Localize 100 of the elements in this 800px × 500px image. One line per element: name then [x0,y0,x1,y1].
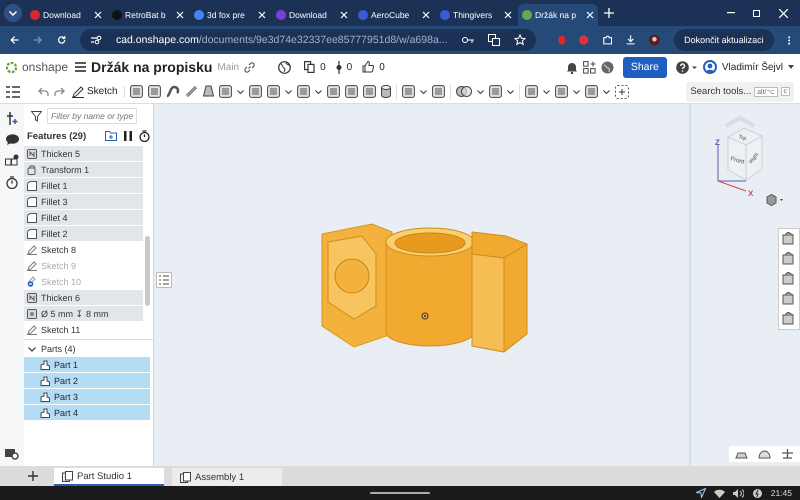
translate-icon[interactable] [488,34,500,46]
reload-icon[interactable] [56,34,66,46]
add-tab-icon[interactable] [28,471,38,481]
back-icon[interactable] [10,34,20,46]
close-icon[interactable] [504,11,512,19]
undo-icon[interactable] [38,87,49,96]
new-tab-icon[interactable] [604,8,614,18]
caret-icon[interactable] [476,90,484,94]
caret-icon[interactable] [420,90,427,94]
boolean-icon[interactable] [456,86,472,97]
extensions-icon[interactable] [602,34,612,46]
bell-icon[interactable] [566,60,578,74]
redo-icon[interactable] [54,87,65,96]
tool-icon[interactable] [488,85,502,98]
user-name[interactable]: Vladimír Šejvl [722,62,783,72]
tool-icon[interactable] [584,85,598,98]
parts-icon[interactable] [5,154,19,167]
browser-tab[interactable]: Thingivers [436,4,516,26]
close-icon[interactable] [422,11,430,19]
browser-tab[interactable]: 3d fox pre [190,4,270,26]
cone-icon[interactable] [202,85,214,98]
copy-icon[interactable] [304,61,316,73]
address-bar[interactable]: cad.onshape.com/documents/9e3d74e32337ee85777951d8/w/a698a... [80,29,536,51]
stopwatch-icon[interactable] [139,130,150,142]
key-icon[interactable] [462,36,474,44]
add-icon[interactable] [614,84,629,98]
thumbs-up-icon[interactable] [362,61,374,73]
globe-icon[interactable] [600,60,614,74]
view-tool-icon[interactable] [782,252,796,266]
filter-field[interactable]: Filter by name or type [47,108,137,124]
tool-icon[interactable] [554,85,568,98]
help-icon[interactable] [676,60,698,74]
globe-icon[interactable] [278,60,292,74]
tool-icon[interactable] [432,85,445,98]
view-tool-icon[interactable] [782,272,796,286]
tool-icon[interactable] [248,85,262,98]
apps-icon[interactable] [582,60,596,74]
browser-tab[interactable]: Držák na p [518,4,598,26]
tool-icon[interactable] [402,85,415,98]
feature-item[interactable]: Fillet 2 [24,226,143,241]
avatar-icon[interactable] [649,33,660,47]
mate-connector-icon[interactable] [6,112,18,125]
view-tool-icon[interactable] [782,312,796,326]
stopwatch-icon[interactable] [6,176,18,189]
feature-item[interactable]: Transform 1 [24,162,143,177]
caret-icon[interactable] [236,90,244,94]
tool-icon[interactable] [218,85,232,98]
update-button[interactable]: Dokončit aktualizaci [674,29,774,51]
tool-icon[interactable] [326,85,340,98]
filter-icon[interactable] [31,110,42,122]
tool-icon[interactable] [266,85,280,98]
close-icon[interactable] [176,11,184,19]
feature-item[interactable]: Fillet 3 [24,194,143,209]
view-icon[interactable] [5,448,19,460]
download-icon[interactable] [626,34,636,46]
list-toggle-icon[interactable] [156,272,172,288]
tool-icon[interactable] [344,85,358,98]
tool-icon[interactable] [362,85,376,98]
cylinder-icon[interactable] [380,85,391,98]
feature-item[interactable]: Thicken 6 [24,290,143,305]
close-icon[interactable] [586,11,594,19]
close-icon[interactable] [779,8,788,18]
browser-tab[interactable]: Download [26,4,106,26]
parts-heading[interactable]: Parts (4) [41,344,76,354]
chevron-down-icon[interactable] [28,346,36,352]
link-icon[interactable] [244,62,256,72]
close-icon[interactable] [94,11,102,19]
pause-icon[interactable] [124,131,132,141]
tool-icon[interactable] [148,85,161,98]
caret-icon[interactable] [542,90,550,94]
caret-icon[interactable] [572,90,580,94]
menu-icon[interactable] [788,34,790,46]
brand-name[interactable]: onshape [22,60,68,74]
feature-item[interactable]: Thicken 5 [24,146,143,161]
document-tab[interactable]: Part Studio 1 [54,468,164,486]
feature-item[interactable]: Ø 5 mm ↧ 8 mm [24,306,143,321]
menu-icon[interactable] [75,62,86,72]
user-avatar-icon[interactable] [702,60,717,74]
part-item[interactable]: Part 1 [24,357,150,372]
view-tool-icon[interactable] [782,292,796,306]
document-title[interactable]: Držák na propisku [91,59,212,75]
sketch-button[interactable]: Sketch [70,86,125,98]
version-icon[interactable] [336,60,342,74]
tab-list-icon[interactable] [4,4,22,22]
site-settings-icon[interactable] [90,35,102,45]
view-tool-icon[interactable] [782,232,796,246]
caret-icon[interactable] [788,65,794,69]
caret-icon[interactable] [602,90,610,94]
tool-icon[interactable] [524,85,538,98]
minimize-icon[interactable] [727,12,735,14]
star-icon[interactable] [514,34,526,46]
share-button[interactable]: Share [622,56,667,78]
document-tab[interactable]: Assembly 1 [172,468,282,486]
browser-tab[interactable]: AeroCube [354,4,434,26]
display-mode-icon[interactable] [766,194,784,206]
add-folder-icon[interactable] [105,131,117,141]
browser-tab[interactable]: Download [272,4,352,26]
close-icon[interactable] [258,11,266,19]
part-item[interactable]: Part 2 [24,373,150,388]
tool-icon[interactable] [296,85,310,98]
